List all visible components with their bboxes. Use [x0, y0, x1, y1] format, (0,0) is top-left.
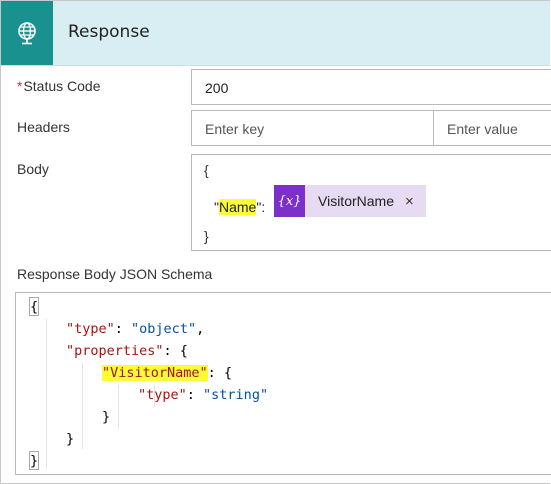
schema-editor[interactable]: { "type": "object", "properties": { "Vis…	[15, 292, 551, 475]
code-line-3: "properties": {	[66, 343, 188, 359]
required-marker: *	[17, 78, 23, 94]
indent-guide	[118, 385, 119, 429]
status-code-label: *Status Code	[17, 78, 101, 94]
visitorname-key-highlight: "VisitorName"	[102, 365, 208, 381]
body-open-brace: {	[204, 162, 209, 178]
code-line-6: }	[102, 409, 111, 425]
globe-icon	[1, 1, 53, 65]
header-key-placeholder: Enter key	[205, 121, 265, 137]
body-key-line: "Name":	[214, 199, 265, 215]
status-code-input[interactable]: 200	[191, 69, 551, 105]
indent-guide	[82, 363, 83, 449]
expression-icon: {x}	[274, 185, 305, 217]
body-label: Body	[17, 161, 49, 177]
body-close-brace: }	[204, 228, 209, 244]
header-key-input[interactable]: Enter key	[191, 110, 434, 146]
code-line-1: {	[30, 299, 39, 315]
status-code-label-text: Status Code	[23, 78, 101, 94]
body-key-quote-close: ":	[256, 199, 266, 215]
dynamic-content-token[interactable]: {x} VisitorName ×	[274, 185, 426, 217]
status-code-value: 200	[205, 80, 229, 96]
response-action-card: Response *Status Code 200 Headers Enter …	[0, 0, 551, 484]
body-key-name: Name	[218, 199, 257, 215]
code-line-7: }	[66, 431, 75, 447]
code-line-5: "type": "string"	[138, 387, 269, 403]
code-line-2: "type": "object",	[66, 321, 205, 337]
close-icon[interactable]: ×	[405, 193, 414, 210]
action-title[interactable]: Response	[68, 22, 150, 42]
header-value-input[interactable]: Enter value	[433, 110, 551, 146]
headers-label: Headers	[17, 119, 70, 135]
header-value-placeholder: Enter value	[447, 121, 518, 137]
code-line-4: "VisitorName": {	[102, 365, 233, 381]
token-label: VisitorName	[318, 193, 394, 209]
indent-guide	[46, 319, 47, 469]
code-line-8: }	[30, 453, 39, 469]
schema-label: Response Body JSON Schema	[17, 266, 213, 282]
action-header[interactable]: Response	[1, 1, 550, 66]
